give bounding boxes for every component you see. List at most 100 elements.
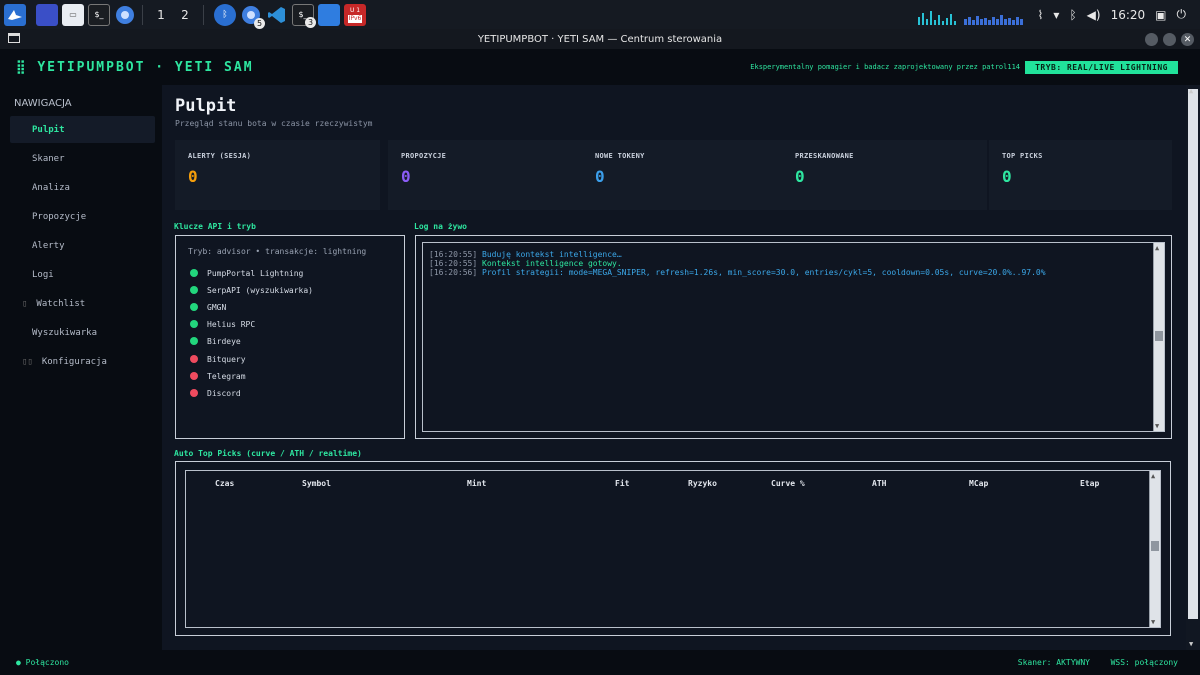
log-textarea[interactable]: [16:20:55] Buduję kontekst intelligence…… <box>422 242 1165 432</box>
stat-card-top-picks: TOP PICKS 0 <box>989 140 1172 210</box>
status-dot <box>190 355 198 363</box>
status-dot <box>190 389 198 397</box>
system-tray: ⌇ ▾ ᛒ ◀) 16:20 ▣ ⏻ <box>917 0 1200 29</box>
sidebar-item-analiza[interactable]: Analiza <box>10 174 155 201</box>
bluetooth-icon[interactable]: ᛒ <box>1069 8 1076 22</box>
scroll-thumb[interactable] <box>1155 331 1163 341</box>
column-header[interactable]: Fit <box>615 479 629 488</box>
log-line: [16:20:55] Kontekst intelligence gotowy. <box>429 259 622 268</box>
column-header[interactable]: Etap <box>1080 479 1099 488</box>
sidebar-item-logi[interactable]: Logi <box>10 261 155 288</box>
vscode-icon[interactable] <box>266 4 288 26</box>
window-thumbnail-icon[interactable] <box>36 3 58 26</box>
column-header[interactable]: Symbol <box>302 479 331 488</box>
sidebar: NAWIGACJA Pulpit Skaner Analiza Propozyc… <box>0 85 162 650</box>
scroll-down-icon[interactable]: ▼ <box>1189 640 1193 648</box>
maximize-button[interactable] <box>1163 33 1176 46</box>
sidebar-item-wyszukiwarka[interactable]: Wyszukiwarka <box>10 319 155 346</box>
lock-icon[interactable]: ▣ <box>1155 8 1166 22</box>
close-button[interactable]: ✕ <box>1181 33 1194 46</box>
sidebar-item-skaner[interactable]: Skaner <box>10 145 155 172</box>
scroll-up-icon[interactable]: ▲ <box>1189 87 1193 95</box>
table-scrollbar[interactable]: ▲ ▼ <box>1149 471 1160 627</box>
page-title: Pulpit <box>175 96 237 116</box>
volume-icon[interactable]: ◀) <box>1087 8 1101 22</box>
cpu-graph-icon <box>917 10 1023 25</box>
scroll-up-icon[interactable]: ▲ <box>1155 244 1159 252</box>
ipv6-icon[interactable]: U 1 IPv6 <box>344 3 366 26</box>
stat-card-scanned: PRZESKANOWANE 0 <box>782 140 987 210</box>
credit-text: Eksperymentalny pomagier i badacz zaproj… <box>750 63 1020 71</box>
scroll-track[interactable] <box>1188 89 1198 619</box>
api-mode-text: Tryb: advisor • transakcje: lightning <box>188 247 367 256</box>
stat-card-alerts: ALERTY (SESJA) 0 <box>175 140 380 210</box>
column-header[interactable]: Mint <box>467 479 486 488</box>
api-item: PumpPortal Lightning <box>190 266 303 280</box>
terminal-icon[interactable]: $_ <box>88 3 110 26</box>
folder-icon[interactable] <box>318 3 340 26</box>
scroll-down-icon[interactable]: ▼ <box>1151 618 1155 626</box>
app-header: ⣿ YETIPUMPBOT · YETI SAM Eksperymentalny… <box>0 49 1200 85</box>
column-header[interactable]: Curve % <box>771 479 805 488</box>
scroll-down-icon[interactable]: ▼ <box>1155 422 1159 430</box>
mode-badge: TRYB: REAL/LIVE LIGHTNING <box>1025 61 1178 74</box>
column-header[interactable]: MCap <box>969 479 988 488</box>
main-panel: Pulpit Przegląd stanu bota w czasie rzec… <box>162 85 1186 650</box>
terminal-icon-2[interactable]: $_ 3 <box>292 3 316 28</box>
sidebar-item-pulpit[interactable]: Pulpit <box>10 116 155 143</box>
nav-heading: NAWIGACJA <box>14 98 72 109</box>
column-header[interactable]: Ryzyko <box>688 479 717 488</box>
stat-value: 0 <box>595 167 605 186</box>
app-launcher-icon[interactable] <box>4 3 26 26</box>
api-panel: Tryb: advisor • transakcje: lightning Pu… <box>175 235 405 439</box>
column-header[interactable]: ATH <box>872 479 886 488</box>
toppicks-table[interactable]: Czas Symbol Mint Fit Ryzyko Curve % ATH … <box>185 470 1161 628</box>
log-line: [16:20:55] Buduję kontekst intelligence… <box>429 250 622 259</box>
log-scrollbar[interactable]: ▲ ▼ <box>1153 243 1164 431</box>
stat-label: NOWE TOKENY <box>595 152 645 160</box>
toppicks-section-title: Auto Top Picks (curve / ATH / realtime) <box>174 449 362 458</box>
scroll-up-icon[interactable]: ▲ <box>1151 472 1155 480</box>
sidebar-item-propozycje[interactable]: Propozycje <box>10 203 155 230</box>
file-manager-icon[interactable]: ▭ <box>62 3 84 26</box>
stat-value: 0 <box>401 167 411 186</box>
api-item: Bitquery <box>190 352 246 366</box>
config-icon: ▯▯ <box>22 356 33 367</box>
stat-label: PRZESKANOWANE <box>795 152 854 160</box>
stat-value: 0 <box>795 167 805 186</box>
main-scrollbar[interactable]: ▲ ▼ <box>1186 85 1200 650</box>
bluetooth-app-icon[interactable]: ᛒ <box>214 3 236 26</box>
api-item: SerpAPI (wyszukiwarka) <box>190 283 313 297</box>
wifi-icon[interactable]: ▾ <box>1053 8 1059 22</box>
stat-card-proposals: PROPOZYCJE 0 <box>388 140 593 210</box>
connection-status: ● Połączono <box>16 658 69 667</box>
status-dot <box>190 303 198 311</box>
wss-status: WSS: połączony <box>1110 658 1178 667</box>
column-header[interactable]: Czas <box>215 479 234 488</box>
stat-value: 0 <box>1002 167 1012 186</box>
brand-title: ⣿ YETIPUMPBOT · YETI SAM <box>16 59 254 75</box>
chrome-icon[interactable] <box>114 4 136 26</box>
status-dot <box>190 337 198 345</box>
clock[interactable]: 16:20 <box>1111 8 1146 22</box>
window-menu-icon[interactable] <box>8 33 20 43</box>
minimize-button[interactable] <box>1145 33 1158 46</box>
sidebar-item-alerty[interactable]: Alerty <box>10 232 155 259</box>
scanner-status: Skaner: AKTYWNY <box>1017 658 1090 667</box>
stat-card-new-tokens: NOWE TOKENY 0 <box>582 140 787 210</box>
api-item: Discord <box>190 386 241 400</box>
status-dot <box>190 286 198 294</box>
log-lines: [16:20:55] Buduję kontekst intelligence…… <box>429 250 1046 277</box>
clipboard-icon[interactable]: ⌇ <box>1038 8 1044 22</box>
sidebar-item-konfiguracja[interactable]: ▯▯ Konfiguracja <box>10 348 155 375</box>
workspace-2[interactable]: 2 <box>173 0 197 29</box>
workspace-1[interactable]: 1 <box>149 0 173 29</box>
status-dot <box>190 320 198 328</box>
chrome-icon-2[interactable]: 5 <box>240 4 265 29</box>
log-section-title: Log na żywo <box>414 222 467 231</box>
api-item: Helius RPC <box>190 317 255 331</box>
status-bar: ● Połączono Skaner: AKTYWNY WSS: połączo… <box>0 650 1200 675</box>
power-icon[interactable]: ⏻ <box>1177 7 1187 22</box>
scroll-thumb[interactable] <box>1151 541 1159 551</box>
sidebar-item-watchlist[interactable]: ▯ Watchlist <box>10 290 155 317</box>
